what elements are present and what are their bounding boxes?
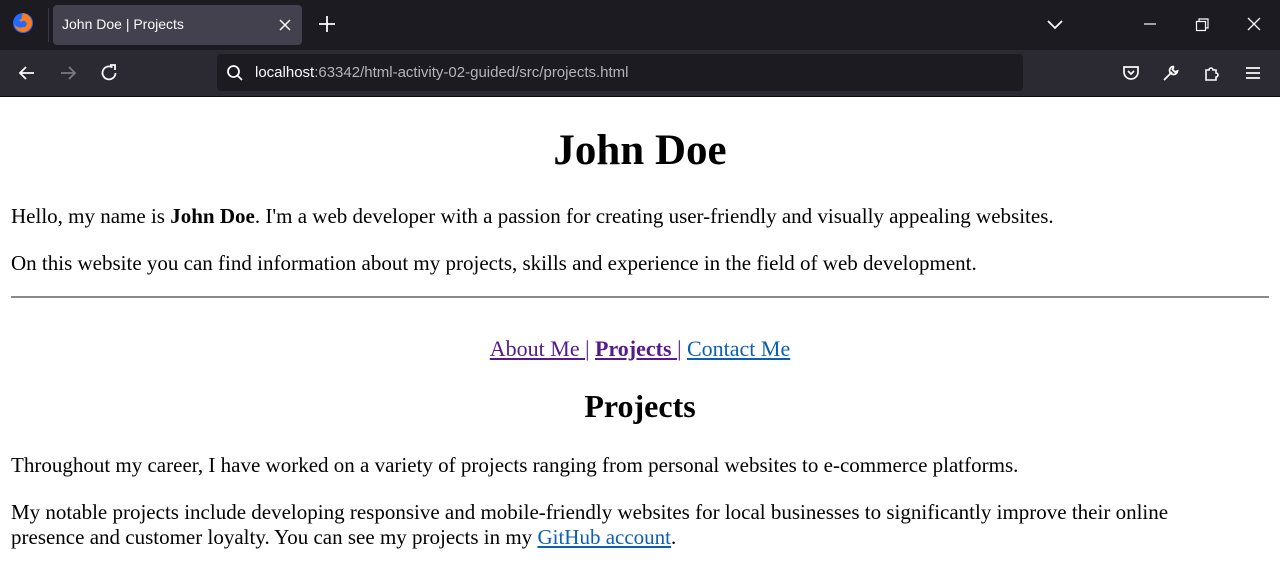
nav-separator: | (585, 336, 590, 361)
restore-icon[interactable] (1190, 13, 1214, 37)
tab-separator (48, 8, 49, 42)
tab-active[interactable]: John Doe | Projects (53, 5, 302, 45)
search-icon (227, 65, 243, 81)
page-content: John Doe Hello, my name is John Doe. I'm… (0, 97, 1280, 585)
nav-separator: | (677, 336, 682, 361)
intro-text-start: Hello, my name is (11, 204, 171, 228)
nav-link-contact[interactable]: Contact Me (687, 336, 790, 361)
back-arrow-icon[interactable] (15, 61, 39, 85)
close-window-icon[interactable] (1242, 13, 1266, 37)
intro-paragraph: Hello, my name is John Doe. I'm a web de… (11, 204, 1054, 229)
tab-bar: John Doe | Projects (0, 0, 1280, 50)
intro-text-end: . I'm a web developer with a passion for… (254, 204, 1054, 228)
section-heading: Projects (584, 388, 696, 424)
plus-icon[interactable] (316, 13, 338, 35)
firefox-logo-icon[interactable] (11, 11, 35, 35)
wrench-icon[interactable] (1159, 61, 1183, 85)
github-link[interactable]: GitHub account (537, 525, 671, 549)
horizontal-divider (11, 296, 1269, 298)
nav-link-projects[interactable]: Projects (595, 336, 677, 361)
nav-link-about[interactable]: About Me (490, 336, 585, 361)
projects-intro-paragraph: Throughout my career, I have worked on a… (11, 453, 1019, 477)
url-host: localhost (255, 64, 315, 81)
address-bar[interactable]: localhost:63342/html-activity-02-guided/… (217, 54, 1023, 91)
pocket-icon[interactable] (1119, 61, 1143, 85)
notable-line-1: My notable projects include developing r… (11, 500, 1169, 524)
url-path: :63342/html-activity-02-guided/src/proje… (314, 64, 629, 81)
navigation-toolbar: localhost:63342/html-activity-02-guided/… (0, 50, 1280, 97)
reload-icon[interactable] (97, 61, 121, 85)
site-navigation: About Me | Projects | Contact Me (0, 336, 1280, 362)
minimize-icon[interactable] (1138, 13, 1162, 37)
url-text[interactable]: localhost:63342/html-activity-02-guided/… (255, 64, 629, 81)
page-title: John Doe (553, 127, 727, 174)
puzzle-icon[interactable] (1200, 61, 1224, 85)
notable-projects-paragraph: My notable projects include developing r… (11, 500, 1168, 550)
info-paragraph: On this website you can find information… (11, 251, 977, 275)
hamburger-menu-icon[interactable] (1241, 61, 1265, 85)
intro-name: John Doe (170, 204, 255, 228)
notable-line-end: . (670, 525, 677, 549)
chevron-down-icon[interactable] (1043, 13, 1067, 37)
nav-link-projects-label: Projects (595, 336, 678, 361)
tab-title: John Doe | Projects (62, 16, 184, 32)
notable-line-2: presence and customer loyalty. You can s… (11, 525, 538, 549)
forward-arrow-icon[interactable] (56, 61, 80, 85)
close-icon[interactable] (275, 15, 295, 35)
